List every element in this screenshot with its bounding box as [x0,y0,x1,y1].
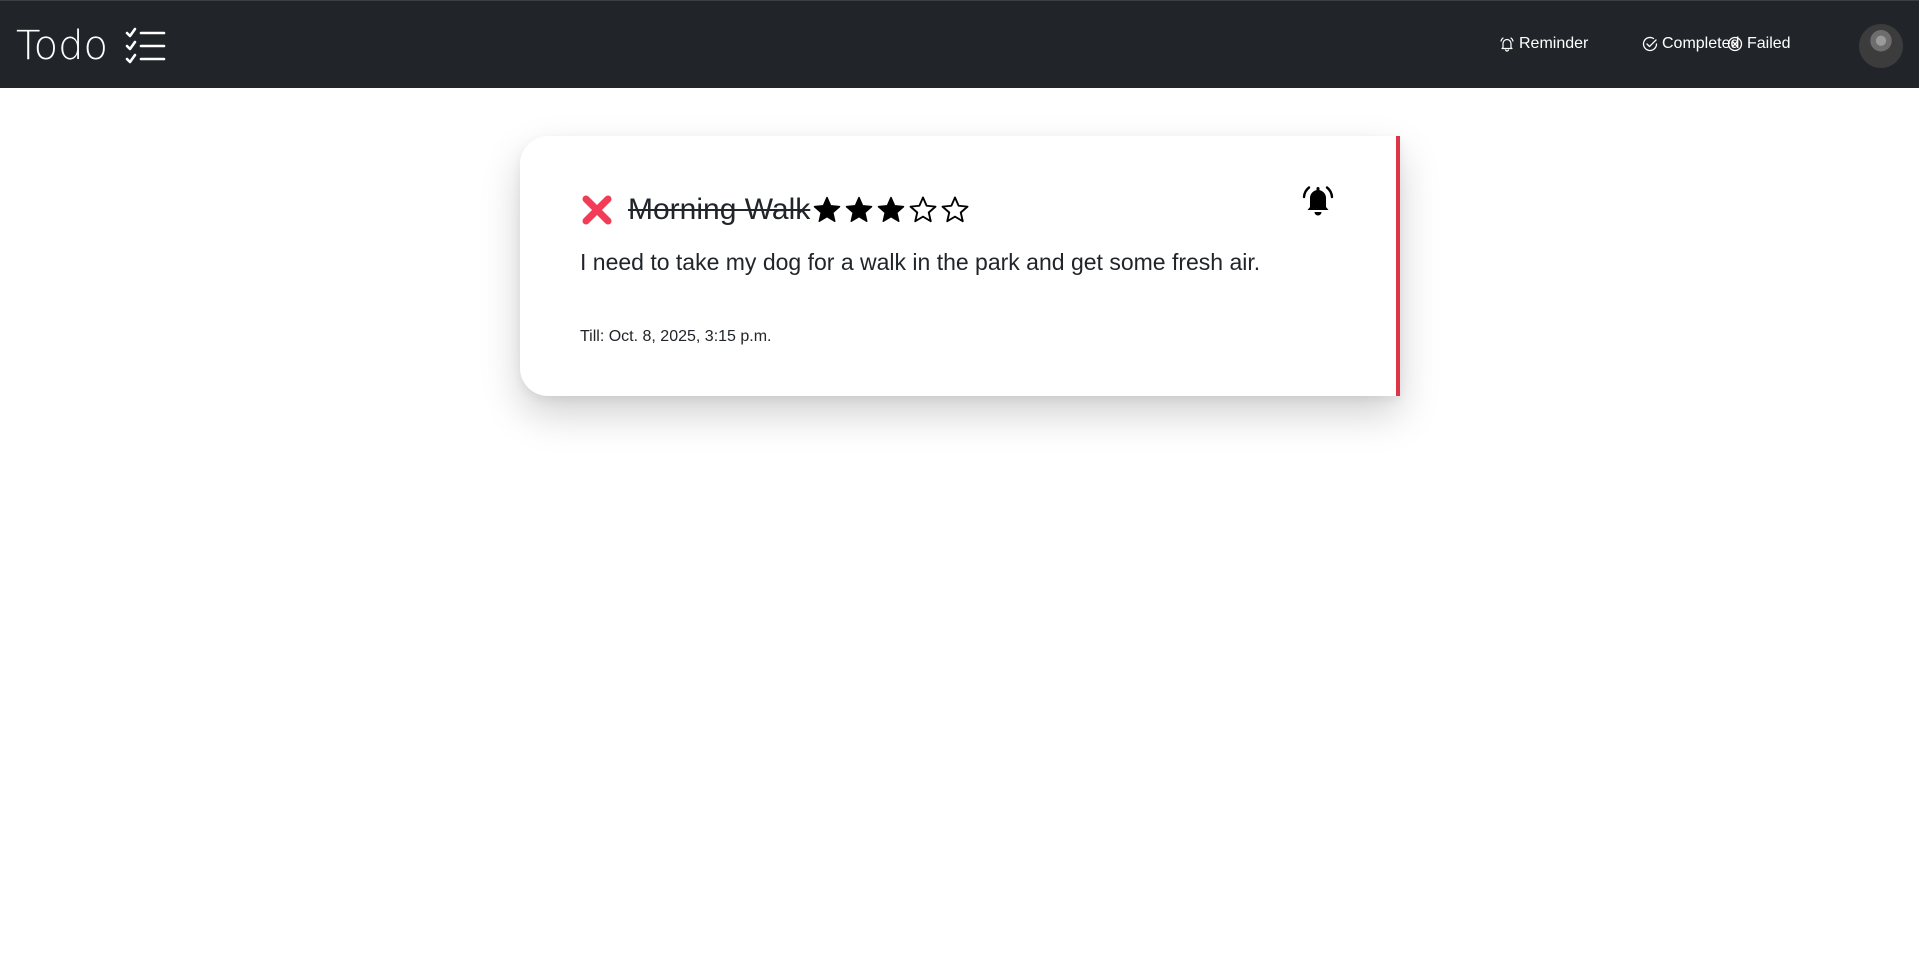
star-outline-icon [909,196,937,223]
todo-title-row: Morning Walk [580,188,972,232]
star-outline-icon [941,196,969,223]
star-filled-icon [814,196,841,222]
x-circle-icon [1727,36,1743,52]
nav-reminder-link[interactable]: Reminder [1499,35,1588,53]
check-circle-icon [1642,36,1658,52]
nav-completed-link[interactable]: Completed [1642,35,1739,53]
nav-failed-link[interactable]: Failed [1727,35,1791,53]
bell-outline-icon [1500,37,1514,52]
nav-reminder-label: Reminder [1519,35,1589,52]
avatar[interactable] [1859,24,1903,68]
x-icon [582,195,612,225]
todo-title: Morning Walk [628,193,811,226]
nav-failed-label: Failed [1747,35,1791,52]
todo-due-date: Till: Oct. 8, 2025, 3:15 p.m. [580,328,772,345]
brand-link[interactable]: Todo [16,21,168,71]
todo-rating [812,195,972,225]
star-filled-icon [846,196,873,222]
star-filled-icon [878,196,905,222]
bell-ringing-icon[interactable] [1300,182,1336,218]
checklist-icon [125,27,166,64]
brand-title: Todo [16,23,108,69]
todo-card: Morning Walk I need to take my dog for a… [520,136,1400,396]
todo-description: I need to take my dog for a walk in the … [580,249,1261,275]
navbar: Todo Reminder Completed Failed [0,0,1919,88]
